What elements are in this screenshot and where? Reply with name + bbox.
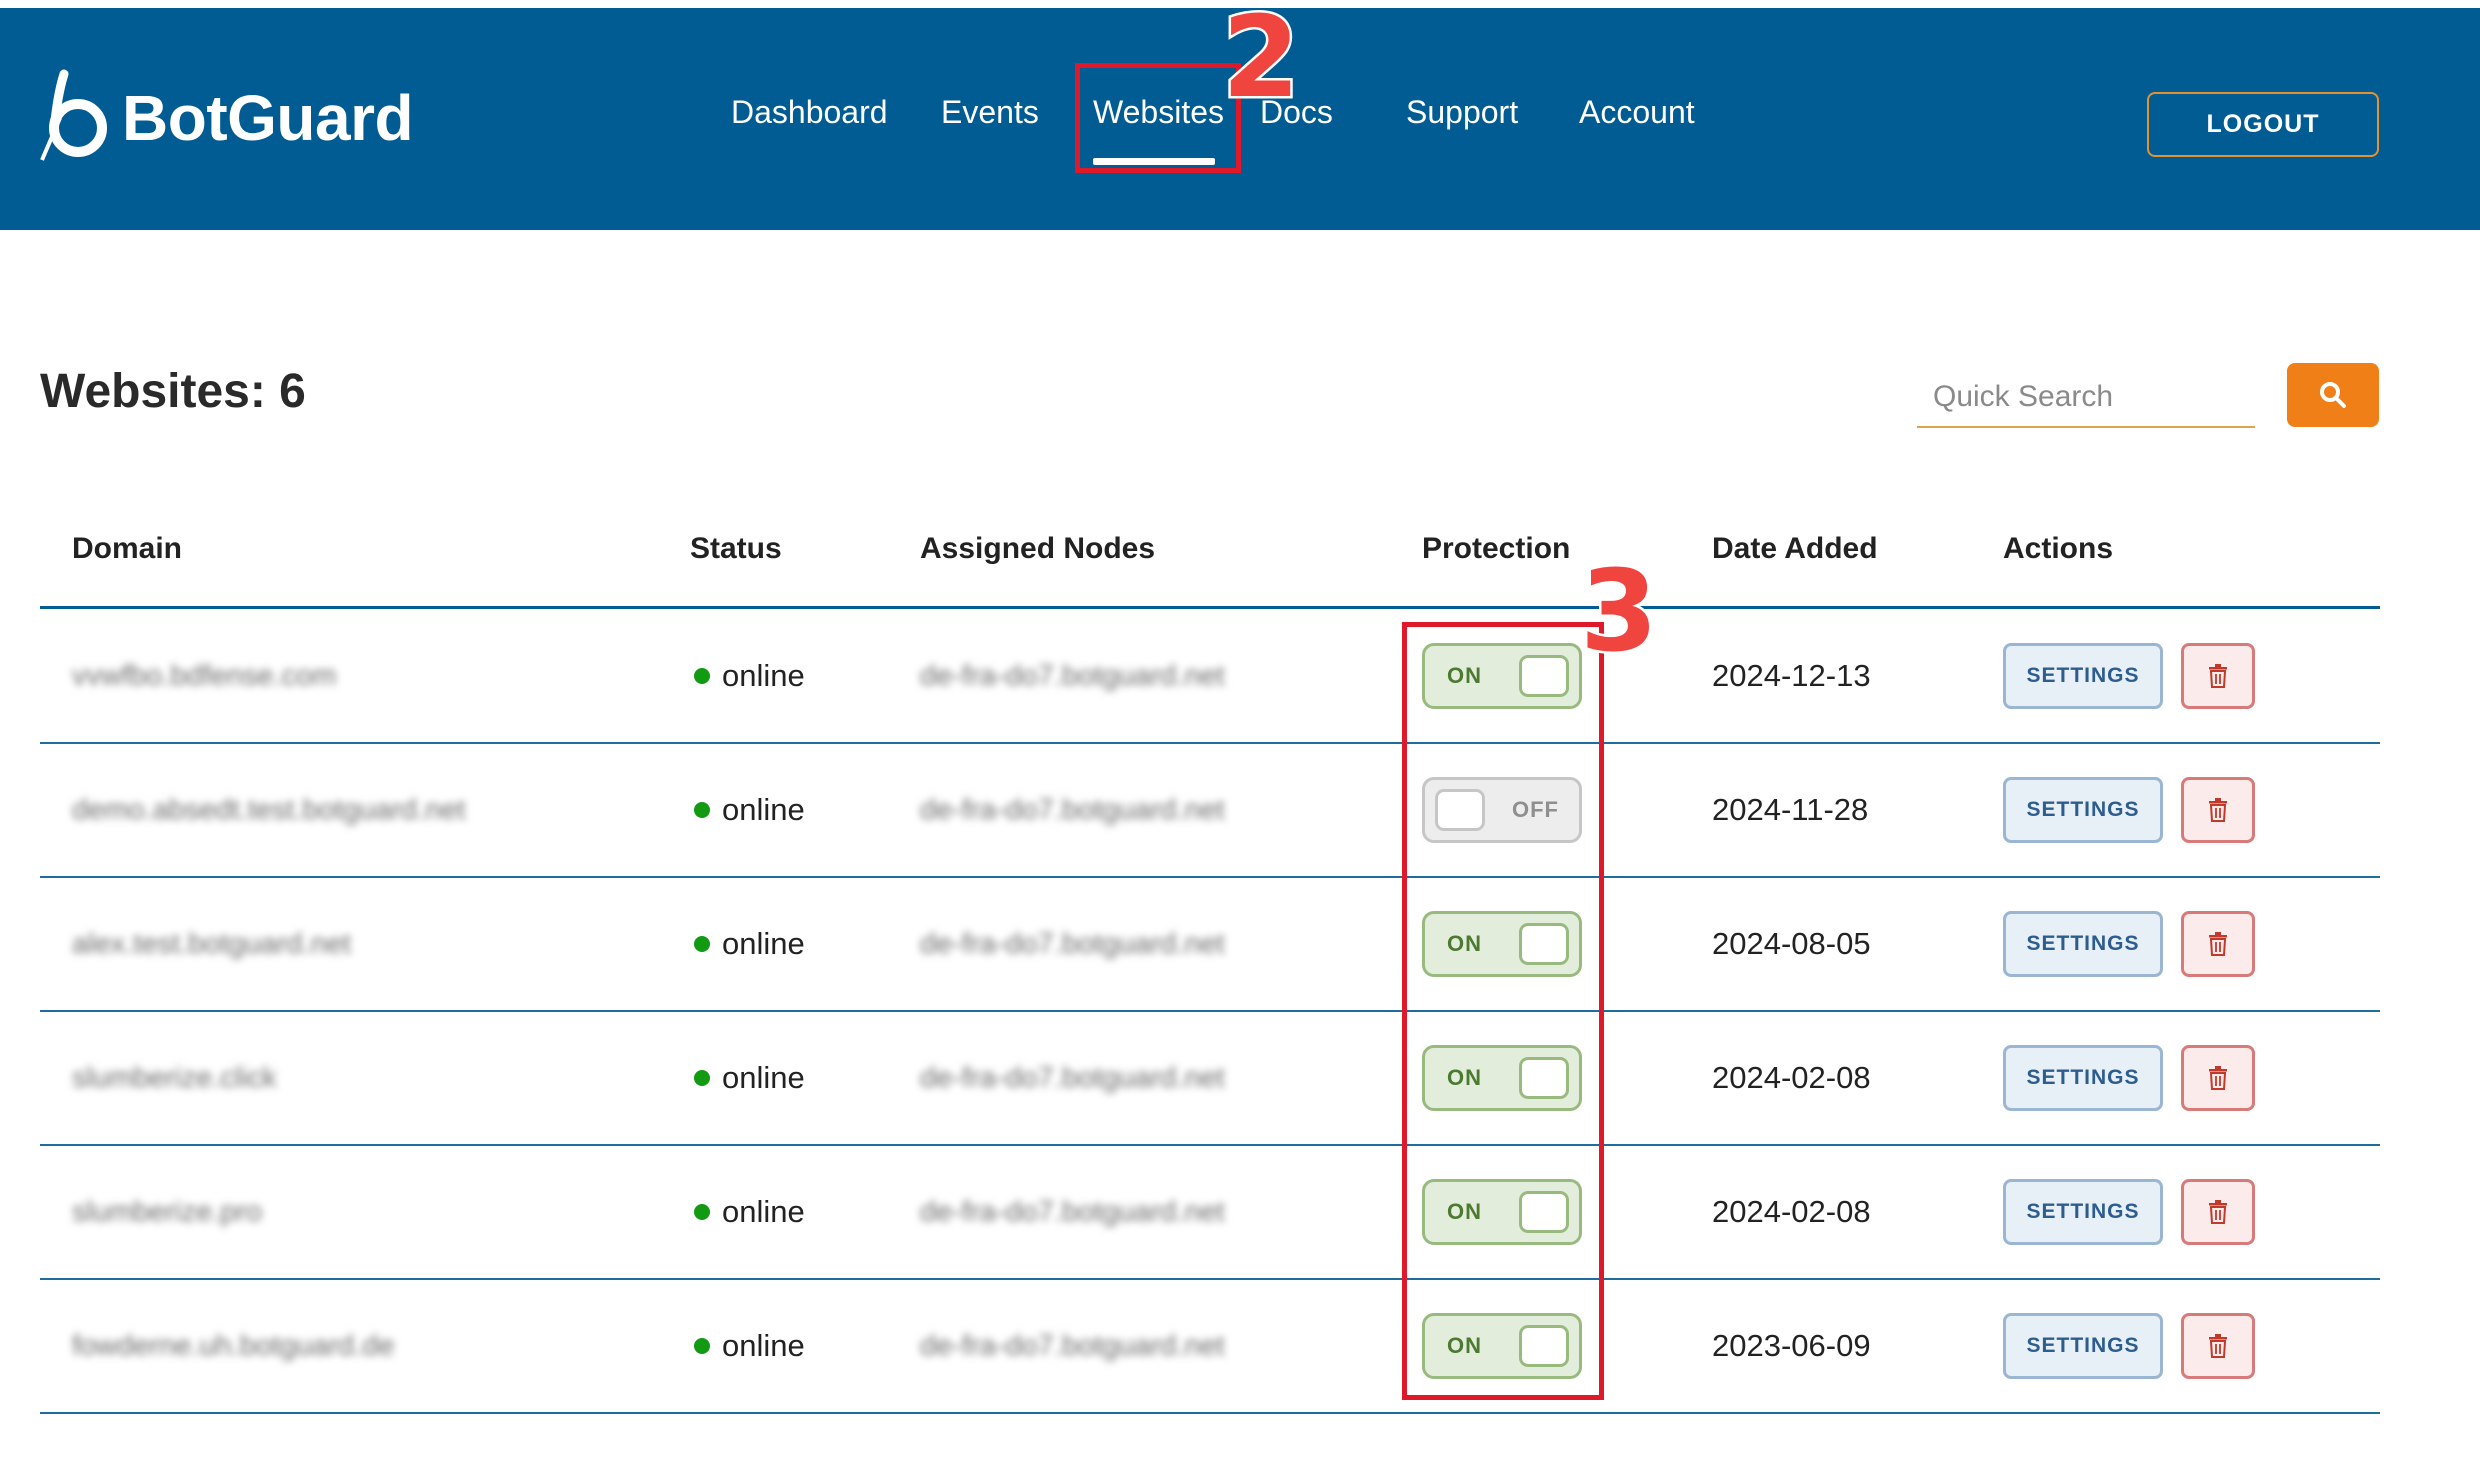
trash-icon	[2209, 798, 2227, 822]
actions-cell: SETTINGS	[2003, 878, 2255, 1010]
settings-button[interactable]: SETTINGS	[2003, 1045, 2163, 1111]
settings-button[interactable]: SETTINGS	[2003, 1313, 2163, 1379]
step-marker-protection: 3	[1578, 547, 1661, 677]
domain-cell[interactable]: demo.absedt.test.botguard.net	[72, 744, 465, 876]
delete-button[interactable]	[2181, 777, 2255, 843]
col-domain[interactable]: Domain	[72, 532, 182, 566]
status-cell: online	[694, 1012, 805, 1144]
nodes-cell: de-fra-do7.botguard.net	[920, 1195, 1225, 1228]
actions-cell: SETTINGS	[2003, 1146, 2255, 1278]
date-cell: 2024-02-08	[1712, 1060, 1871, 1095]
nodes-cell: de-fra-do7.botguard.net	[920, 927, 1225, 960]
status-online-dot	[694, 936, 710, 952]
nodes-cell: de-fra-do7.botguard.net	[920, 793, 1225, 826]
table-row: demo.absedt.test.botguard.net online de-…	[40, 744, 2380, 878]
actions-cell: SETTINGS	[2003, 1280, 2255, 1412]
delete-button[interactable]	[2181, 911, 2255, 977]
step-marker-nav: 2	[1220, 0, 1303, 123]
settings-button[interactable]: SETTINGS	[2003, 911, 2163, 977]
protection-highlight-box	[1402, 622, 1604, 1400]
table-header-divider	[40, 606, 2380, 609]
nav-support[interactable]: Support	[1406, 94, 1518, 131]
status-online-dot	[694, 1070, 710, 1086]
delete-button[interactable]	[2181, 643, 2255, 709]
trash-icon	[2209, 1066, 2227, 1090]
table-row: fowderne.uh.botguard.de online de-fra-do…	[40, 1280, 2380, 1414]
col-actions: Actions	[2003, 532, 2114, 565]
col-protection[interactable]: Protection	[1422, 532, 1570, 566]
nodes-cell: de-fra-do7.botguard.net	[920, 1061, 1225, 1094]
status-cell: online	[694, 878, 805, 1010]
status-online-dot	[694, 802, 710, 818]
status-text: online	[722, 792, 805, 827]
status-cell: online	[694, 1146, 805, 1278]
table-row: alex.test.botguard.net online de-fra-do7…	[40, 878, 2380, 1012]
status-text: online	[722, 926, 805, 961]
domain-cell[interactable]: vvwfbo.bdfense.com	[72, 610, 336, 742]
trash-icon	[2209, 932, 2227, 956]
status-cell: online	[694, 610, 805, 742]
date-cell: 2024-11-28	[1712, 792, 1869, 827]
nav-events[interactable]: Events	[941, 94, 1039, 131]
table-row: slumberize.pro online de-fra-do7.botguar…	[40, 1146, 2380, 1280]
websites-highlight-box	[1075, 63, 1241, 173]
table-row: vvwfbo.bdfense.com online de-fra-do7.bot…	[40, 610, 2380, 744]
nav-account[interactable]: Account	[1579, 94, 1695, 131]
col-assigned-nodes[interactable]: Assigned Nodes	[920, 532, 1155, 566]
domain-cell[interactable]: fowderne.uh.botguard.de	[72, 1280, 394, 1412]
logout-button[interactable]: LOGOUT	[2147, 92, 2379, 157]
date-cell: 2023-06-09	[1712, 1328, 1871, 1363]
botguard-logo[interactable]: BotGuard	[38, 68, 414, 168]
status-text: online	[722, 658, 805, 693]
logo-text: BotGuard	[122, 82, 414, 154]
settings-button[interactable]: SETTINGS	[2003, 777, 2163, 843]
page-title: Websites: 6	[40, 365, 306, 418]
delete-button[interactable]	[2181, 1313, 2255, 1379]
trash-icon	[2209, 664, 2227, 688]
botguard-logo-icon	[40, 69, 107, 161]
nav-dashboard[interactable]: Dashboard	[731, 94, 888, 131]
domain-cell[interactable]: slumberize.click	[72, 1012, 277, 1144]
search-button[interactable]	[2287, 363, 2379, 427]
date-cell: 2024-02-08	[1712, 1194, 1871, 1229]
domain-cell[interactable]: alex.test.botguard.net	[72, 878, 351, 1010]
status-online-dot	[694, 1204, 710, 1220]
status-cell: online	[694, 744, 805, 876]
trash-icon	[2209, 1334, 2227, 1358]
col-status[interactable]: Status	[690, 532, 782, 566]
status-online-dot	[694, 1338, 710, 1354]
actions-cell: SETTINGS	[2003, 610, 2255, 742]
settings-button[interactable]: SETTINGS	[2003, 1179, 2163, 1245]
status-text: online	[722, 1194, 805, 1229]
col-date-added[interactable]: Date Added	[1712, 532, 1878, 566]
nodes-cell: de-fra-do7.botguard.net	[920, 659, 1225, 692]
settings-button[interactable]: SETTINGS	[2003, 643, 2163, 709]
date-cell: 2024-08-05	[1712, 926, 1871, 961]
status-cell: online	[694, 1280, 805, 1412]
date-cell: 2024-12-13	[1712, 658, 1871, 693]
delete-button[interactable]	[2181, 1045, 2255, 1111]
domain-cell[interactable]: slumberize.pro	[72, 1146, 262, 1278]
status-text: online	[722, 1328, 805, 1363]
actions-cell: SETTINGS	[2003, 1012, 2255, 1144]
nodes-cell: de-fra-do7.botguard.net	[920, 1329, 1225, 1362]
quick-search-input[interactable]	[1917, 368, 2255, 428]
table-row: slumberize.click online de-fra-do7.botgu…	[40, 1012, 2380, 1146]
status-online-dot	[694, 668, 710, 684]
status-text: online	[722, 1060, 805, 1095]
search-icon	[2320, 382, 2346, 408]
trash-icon	[2209, 1200, 2227, 1224]
delete-button[interactable]	[2181, 1179, 2255, 1245]
actions-cell: SETTINGS	[2003, 744, 2255, 876]
